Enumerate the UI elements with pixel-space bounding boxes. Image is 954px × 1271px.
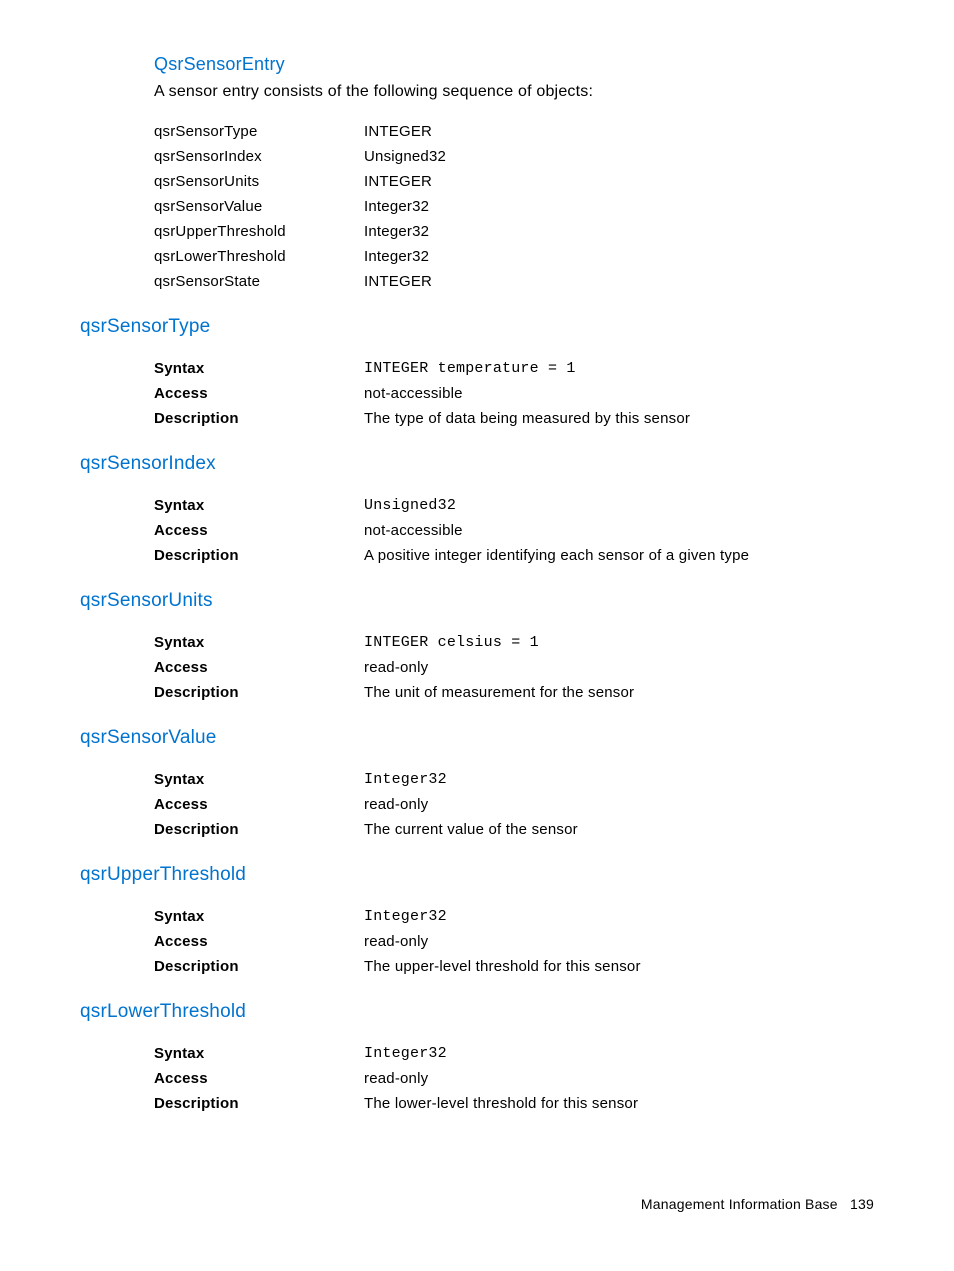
page: QsrSensorEntry A sensor entry consists o…	[0, 0, 954, 1271]
table-row: qsrSensorIndexUnsigned32	[154, 144, 446, 169]
label-description: Description	[154, 680, 364, 705]
label-syntax: Syntax	[154, 630, 364, 655]
label-access: Access	[154, 381, 364, 406]
sequence-name: qsrSensorIndex	[154, 144, 364, 169]
table-row: DescriptionThe upper-level threshold for…	[154, 954, 641, 979]
sequence-name: qsrUpperThreshold	[154, 219, 364, 244]
value-description: The current value of the sensor	[364, 817, 578, 842]
sequence-name: qsrSensorType	[154, 119, 364, 144]
label-description: Description	[154, 406, 364, 431]
table-row: SyntaxUnsigned32	[154, 493, 749, 518]
sequence-type: INTEGER	[364, 269, 446, 294]
value-access: read-only	[364, 1066, 638, 1091]
value-syntax: Integer32	[364, 1041, 638, 1066]
entry-intro: A sensor entry consists of the following…	[154, 83, 874, 101]
table-row: Accessread-only	[154, 792, 578, 817]
sequence-type: Integer32	[364, 194, 446, 219]
table-row: SyntaxINTEGER temperature = 1	[154, 356, 690, 381]
sequence-type: INTEGER	[364, 119, 446, 144]
sequence-type: Unsigned32	[364, 144, 446, 169]
value-access: not-accessible	[364, 381, 690, 406]
defn-table: SyntaxINTEGER celsius = 1Accessread-only…	[154, 630, 634, 705]
table-row: Accessnot-accessible	[154, 518, 749, 543]
table-row: DescriptionThe lower-level threshold for…	[154, 1091, 638, 1116]
label-syntax: Syntax	[154, 1041, 364, 1066]
table-row: SyntaxINTEGER celsius = 1	[154, 630, 634, 655]
table-row: DescriptionThe type of data being measur…	[154, 406, 690, 431]
defn-table: SyntaxINTEGER temperature = 1Accessnot-a…	[154, 356, 690, 431]
section-heading: qsrSensorType	[80, 316, 874, 338]
label-description: Description	[154, 543, 364, 568]
label-syntax: Syntax	[154, 904, 364, 929]
table-row: SyntaxInteger32	[154, 904, 641, 929]
table-row: DescriptionThe unit of measurement for t…	[154, 680, 634, 705]
value-description: The upper-level threshold for this senso…	[364, 954, 641, 979]
section-heading: qsrSensorUnits	[80, 590, 874, 612]
label-syntax: Syntax	[154, 356, 364, 381]
label-access: Access	[154, 929, 364, 954]
defn-table: SyntaxInteger32Accessread-onlyDescriptio…	[154, 1041, 638, 1116]
table-row: qsrSensorUnitsINTEGER	[154, 169, 446, 194]
table-row: SyntaxInteger32	[154, 1041, 638, 1066]
value-syntax: Integer32	[364, 767, 578, 792]
section-heading: qsrLowerThreshold	[80, 1001, 874, 1023]
label-description: Description	[154, 1091, 364, 1116]
value-syntax: INTEGER temperature = 1	[364, 356, 690, 381]
table-row: qsrUpperThresholdInteger32	[154, 219, 446, 244]
footer-page-number: 139	[850, 1196, 874, 1212]
sequence-type: INTEGER	[364, 169, 446, 194]
defn-table: SyntaxUnsigned32Accessnot-accessibleDesc…	[154, 493, 749, 568]
value-syntax: Unsigned32	[364, 493, 749, 518]
value-access: read-only	[364, 655, 634, 680]
section-heading: qsrSensorValue	[80, 727, 874, 749]
table-row: qsrSensorValueInteger32	[154, 194, 446, 219]
value-access: read-only	[364, 792, 578, 817]
value-access: not-accessible	[364, 518, 749, 543]
sequence-name: qsrSensorValue	[154, 194, 364, 219]
label-description: Description	[154, 817, 364, 842]
footer-title: Management Information Base	[641, 1196, 838, 1212]
table-row: Accessread-only	[154, 655, 634, 680]
table-row: Accessnot-accessible	[154, 381, 690, 406]
value-syntax: Integer32	[364, 904, 641, 929]
section-heading: qsrSensorIndex	[80, 453, 874, 475]
label-access: Access	[154, 518, 364, 543]
table-row: Accessread-only	[154, 1066, 638, 1091]
table-row: qsrLowerThresholdInteger32	[154, 244, 446, 269]
table-row: SyntaxInteger32	[154, 767, 578, 792]
value-description: The unit of measurement for the sensor	[364, 680, 634, 705]
value-syntax: INTEGER celsius = 1	[364, 630, 634, 655]
entry-sequence-table: qsrSensorTypeINTEGERqsrSensorIndexUnsign…	[154, 119, 446, 294]
label-syntax: Syntax	[154, 493, 364, 518]
sequence-name: qsrLowerThreshold	[154, 244, 364, 269]
footer: Management Information Base 139	[80, 1196, 874, 1212]
heading-qsrsensorentry: QsrSensorEntry	[154, 54, 874, 75]
sequence-type: Integer32	[364, 219, 446, 244]
value-access: read-only	[364, 929, 641, 954]
label-description: Description	[154, 954, 364, 979]
label-access: Access	[154, 655, 364, 680]
table-row: DescriptionThe current value of the sens…	[154, 817, 578, 842]
label-syntax: Syntax	[154, 767, 364, 792]
section-heading: qsrUpperThreshold	[80, 864, 874, 886]
value-description: The lower-level threshold for this senso…	[364, 1091, 638, 1116]
table-row: DescriptionA positive integer identifyin…	[154, 543, 749, 568]
value-description: A positive integer identifying each sens…	[364, 543, 749, 568]
label-access: Access	[154, 792, 364, 817]
table-row: qsrSensorTypeINTEGER	[154, 119, 446, 144]
defn-table: SyntaxInteger32Accessread-onlyDescriptio…	[154, 904, 641, 979]
table-row: Accessread-only	[154, 929, 641, 954]
defn-table: SyntaxInteger32Accessread-onlyDescriptio…	[154, 767, 578, 842]
sequence-name: qsrSensorUnits	[154, 169, 364, 194]
value-description: The type of data being measured by this …	[364, 406, 690, 431]
label-access: Access	[154, 1066, 364, 1091]
table-row: qsrSensorStateINTEGER	[154, 269, 446, 294]
sequence-name: qsrSensorState	[154, 269, 364, 294]
sequence-type: Integer32	[364, 244, 446, 269]
